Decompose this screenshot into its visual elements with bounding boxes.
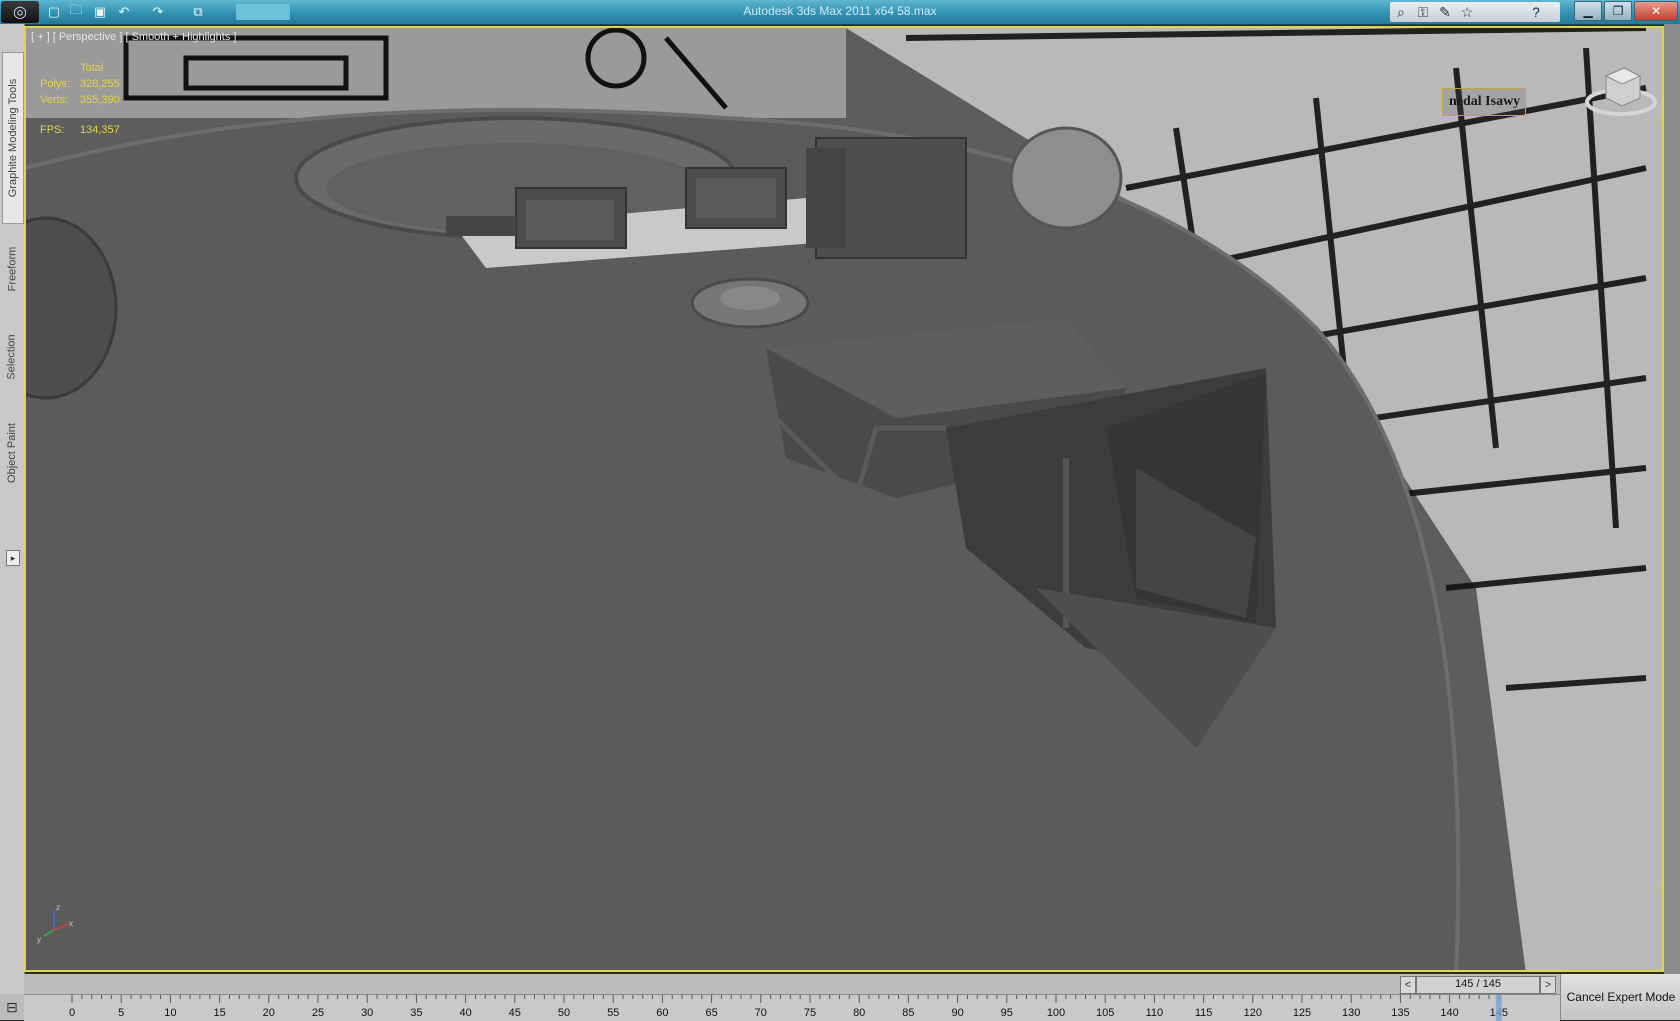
curve-editor-icon[interactable]: ⊟ xyxy=(0,994,24,1020)
viewport-right-border xyxy=(1664,24,1680,974)
cancel-expert-mode-button[interactable]: Cancel Expert Mode xyxy=(1560,974,1680,1020)
previous-frame-button[interactable]: < xyxy=(1400,976,1416,994)
tools-icon[interactable]: ✎ xyxy=(1434,4,1456,21)
tab-label: Freeform xyxy=(6,246,18,292)
verts-value: 355,390 xyxy=(80,94,120,106)
track-bar-tick-label: 85 xyxy=(902,1007,914,1019)
author-watermark: nedal Isawy xyxy=(1442,88,1526,116)
minimize-button[interactable]: ▁ xyxy=(1574,1,1603,21)
track-bar-tick-label: 140 xyxy=(1440,1007,1458,1019)
ribbon-side-tabs: Graphite Modeling Tools Freeform Selecti… xyxy=(0,24,25,1020)
track-bar-tick-label: 105 xyxy=(1096,1007,1114,1019)
track-bar-tick-label: 115 xyxy=(1195,1007,1213,1019)
track-bar[interactable]: 0 5 10 15 20 25 30 35 40 45 50 55 60 65 70 75 80 85 90 95 10… xyxy=(24,994,1560,1021)
track-bar-tick-label: 135 xyxy=(1391,1007,1409,1019)
track-bar-tick-label: 95 xyxy=(1001,1007,1013,1019)
statistics-overlay: Total Polys: 328,255 Verts: 355,390 FPS: 13… xyxy=(40,60,120,138)
track-bar-tick-label: 70 xyxy=(755,1007,767,1019)
star-icon[interactable]: ☆ xyxy=(1456,4,1478,21)
fps-value: 134,357 xyxy=(80,124,120,136)
track-bar-tick-label: 45 xyxy=(509,1007,521,1019)
polys-value: 328,255 xyxy=(80,78,120,90)
current-frame-marker[interactable] xyxy=(1495,995,1502,1021)
tank-turret-render xyxy=(26,28,1662,970)
track-bar-tick-label: 130 xyxy=(1342,1007,1360,1019)
tab-label: Selection xyxy=(6,334,19,380)
track-bar-tick-label: 40 xyxy=(459,1007,471,1019)
stats-header: Total xyxy=(80,62,104,74)
perspective-viewport[interactable]: [ + ] [ Perspective ] [ Smooth + Highlig… xyxy=(24,26,1664,972)
tab-graphite-modeling-tools[interactable]: Graphite Modeling Tools xyxy=(2,52,24,224)
key-icon[interactable]: ⚿ xyxy=(1412,4,1434,21)
help-icon: ? xyxy=(1532,4,1540,20)
tab-selection[interactable]: Selection xyxy=(2,322,22,392)
maximize-button[interactable]: ❐ xyxy=(1604,1,1633,21)
ribbon-expand-button[interactable]: ▸ xyxy=(6,550,20,566)
track-bar-tick-label: 20 xyxy=(263,1007,275,1019)
track-bar-tick-label: 125 xyxy=(1293,1007,1311,1019)
track-bar-tick-label: 5 xyxy=(118,1007,124,1019)
svg-text:x: x xyxy=(69,919,73,928)
track-bar-tick-label: 0 xyxy=(69,1007,75,1019)
tab-label: Graphite Modeling Tools xyxy=(7,78,20,198)
track-bar-tick-label: 60 xyxy=(656,1007,668,1019)
binoculars-icon[interactable]: ⌕ xyxy=(1390,4,1412,21)
track-bar-tick-label: 110 xyxy=(1146,1007,1164,1019)
track-bar-tick-label: 35 xyxy=(410,1007,422,1019)
time-slider: < 145 / 145 > xyxy=(24,974,1560,994)
polys-label: Polys: xyxy=(40,78,70,90)
track-bar-tick-label: 65 xyxy=(705,1007,717,1019)
close-button[interactable]: ✕ xyxy=(1634,1,1678,21)
tab-label: Object Paint xyxy=(6,423,19,483)
verts-label: Verts: xyxy=(40,94,69,106)
axis-tripod-icon: z x y xyxy=(37,904,73,944)
track-bar-tick-label: 120 xyxy=(1244,1007,1262,1019)
frame-counter: 145 / 145 xyxy=(1455,978,1501,990)
tab-freeform[interactable]: Freeform xyxy=(2,234,22,304)
track-bar-tick-label: 80 xyxy=(853,1007,865,1019)
track-bar-tick-label: 25 xyxy=(312,1007,324,1019)
window-controls: ▁ ❐ ✕ xyxy=(1572,1,1678,21)
svg-text:z: z xyxy=(56,904,60,912)
track-bar-tick-label: 90 xyxy=(951,1007,963,1019)
track-bar-tick-label: 100 xyxy=(1047,1007,1065,1019)
title-bar: ◎ ▢ 🗀 ▣ ↶ ↷ ⧉ Autodesk 3ds Max 2011 x64 … xyxy=(0,0,1680,25)
track-bar-tick-label: 15 xyxy=(213,1007,225,1019)
tab-object-paint[interactable]: Object Paint xyxy=(2,408,22,498)
svg-text:y: y xyxy=(37,935,41,944)
track-bar-tick-label: 30 xyxy=(361,1007,373,1019)
time-slider-track[interactable]: 145 / 145 xyxy=(1416,976,1540,994)
viewcube-icon[interactable] xyxy=(1584,58,1658,118)
track-bar-ruler: 0 5 10 15 20 25 30 35 40 45 50 55 60 65 70 75 80 85 90 95 10… xyxy=(69,995,1508,1021)
track-bar-tick-label: 50 xyxy=(558,1007,570,1019)
next-frame-button[interactable]: > xyxy=(1540,976,1556,994)
track-bar-tick-label: 10 xyxy=(164,1007,176,1019)
viewport-label[interactable]: [ + ] [ Perspective ] [ Smooth + Highlig… xyxy=(31,31,236,43)
track-bar-tick-label: 55 xyxy=(607,1007,619,1019)
fps-label: FPS: xyxy=(40,124,65,136)
help-button[interactable]: ? xyxy=(1518,2,1554,22)
track-bar-tick-label: 75 xyxy=(804,1007,816,1019)
